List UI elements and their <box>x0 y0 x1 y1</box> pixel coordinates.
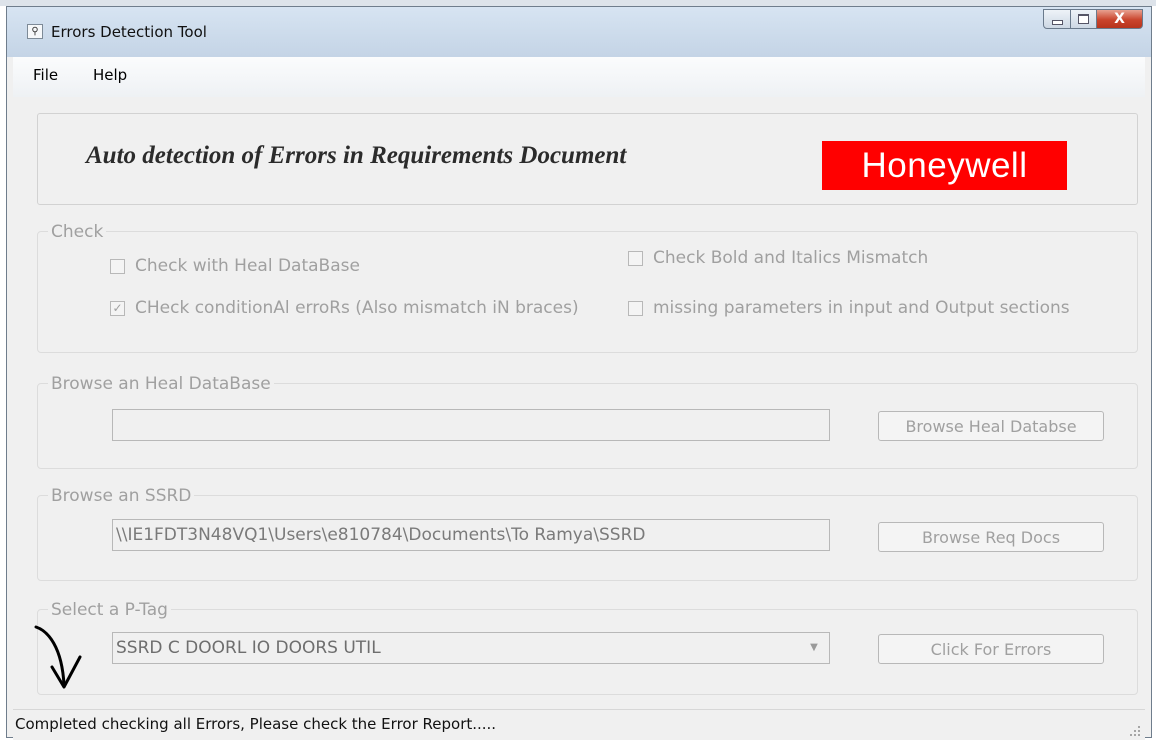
honeywell-logo: Honeywell <box>822 141 1067 190</box>
header-panel: Auto detection of Errors in Requirements… <box>37 113 1138 205</box>
checkbox-bold-italics[interactable]: Check Bold and Italics Mismatch <box>628 248 928 268</box>
checkbox-label: CHeck conditionAl erroRs (Also mismatch … <box>135 298 579 318</box>
menu-help[interactable]: Help <box>93 66 127 84</box>
ssrd-group-legend: Browse an SSRD <box>48 486 195 506</box>
maximize-icon <box>1078 14 1089 24</box>
heal-database-path-input[interactable] <box>112 409 830 441</box>
heal-database-group-legend: Browse an Heal DataBase <box>48 374 274 394</box>
check-group: Check Check with Heal DataBase Check Bol… <box>37 222 1138 353</box>
ptag-group-legend: Select a P-Tag <box>48 600 171 620</box>
checkbox-box-checked[interactable]: ✓ <box>110 300 125 316</box>
minimize-button[interactable] <box>1043 9 1071 29</box>
client-area: File Help Auto detection of Errors in Re… <box>13 57 1145 740</box>
heal-database-group: Browse an Heal DataBase Browse Heal Data… <box>37 374 1138 469</box>
checkbox-label: Check Bold and Italics Mismatch <box>653 248 929 268</box>
check-group-legend: Check <box>48 222 107 242</box>
browse-heal-database-button[interactable]: Browse Heal Databse <box>878 411 1104 441</box>
browse-req-docs-button[interactable]: Browse Req Docs <box>878 522 1104 552</box>
caption-buttons: X <box>1043 9 1143 31</box>
chevron-down-icon[interactable]: ▼ <box>799 633 829 663</box>
checkbox-label: Check with Heal DataBase <box>135 256 360 276</box>
ptag-selected-value: SSRD C DOORL IO DOORS UTIL <box>116 638 381 658</box>
close-icon: X <box>1114 11 1125 27</box>
window-title: Errors Detection Tool <box>51 23 207 41</box>
checkbox-heal-database[interactable]: Check with Heal DataBase <box>110 256 360 276</box>
menu-file[interactable]: File <box>33 66 58 84</box>
menu-bar: File Help <box>13 57 1145 97</box>
click-for-errors-button[interactable]: Click For Errors <box>878 634 1104 664</box>
annotation-arrow-icon <box>34 625 82 689</box>
maximize-button[interactable] <box>1071 9 1097 29</box>
app-window: ⚲ Errors Detection Tool X File Help Auto… <box>6 6 1152 740</box>
ptag-select[interactable]: SSRD C DOORL IO DOORS UTIL ▼ <box>112 632 830 664</box>
ssrd-group: Browse an SSRD \\IE1FDT3N48VQ1\Users\e81… <box>37 486 1138 581</box>
resize-grip-icon[interactable] <box>1127 723 1141 737</box>
header-title: Auto detection of Errors in Requirements… <box>86 142 627 169</box>
title-bar: ⚲ Errors Detection Tool X <box>7 7 1151 57</box>
checkbox-label: missing parameters in input and Output s… <box>653 298 1070 318</box>
ssrd-path-input[interactable]: \\IE1FDT3N48VQ1\Users\e810784\Documents\… <box>112 519 830 551</box>
checkbox-box[interactable] <box>628 250 643 266</box>
checkmark-icon: ✓ <box>112 300 123 315</box>
checkbox-missing-parameters[interactable]: missing parameters in input and Output s… <box>628 298 1070 318</box>
status-bar: Completed checking all Errors, Please ch… <box>13 709 1145 740</box>
checkbox-box[interactable] <box>628 300 643 316</box>
minimize-icon <box>1051 19 1063 25</box>
ptag-group: Select a P-Tag SSRD C DOORL IO DOORS UTI… <box>37 600 1138 695</box>
checkbox-box[interactable] <box>110 258 125 274</box>
app-icon[interactable]: ⚲ <box>27 24 43 39</box>
checkbox-conditional-errors[interactable]: ✓ CHeck conditionAl erroRs (Also mismatc… <box>110 298 579 318</box>
close-button[interactable]: X <box>1097 9 1143 29</box>
status-text: Completed checking all Errors, Please ch… <box>15 715 497 733</box>
